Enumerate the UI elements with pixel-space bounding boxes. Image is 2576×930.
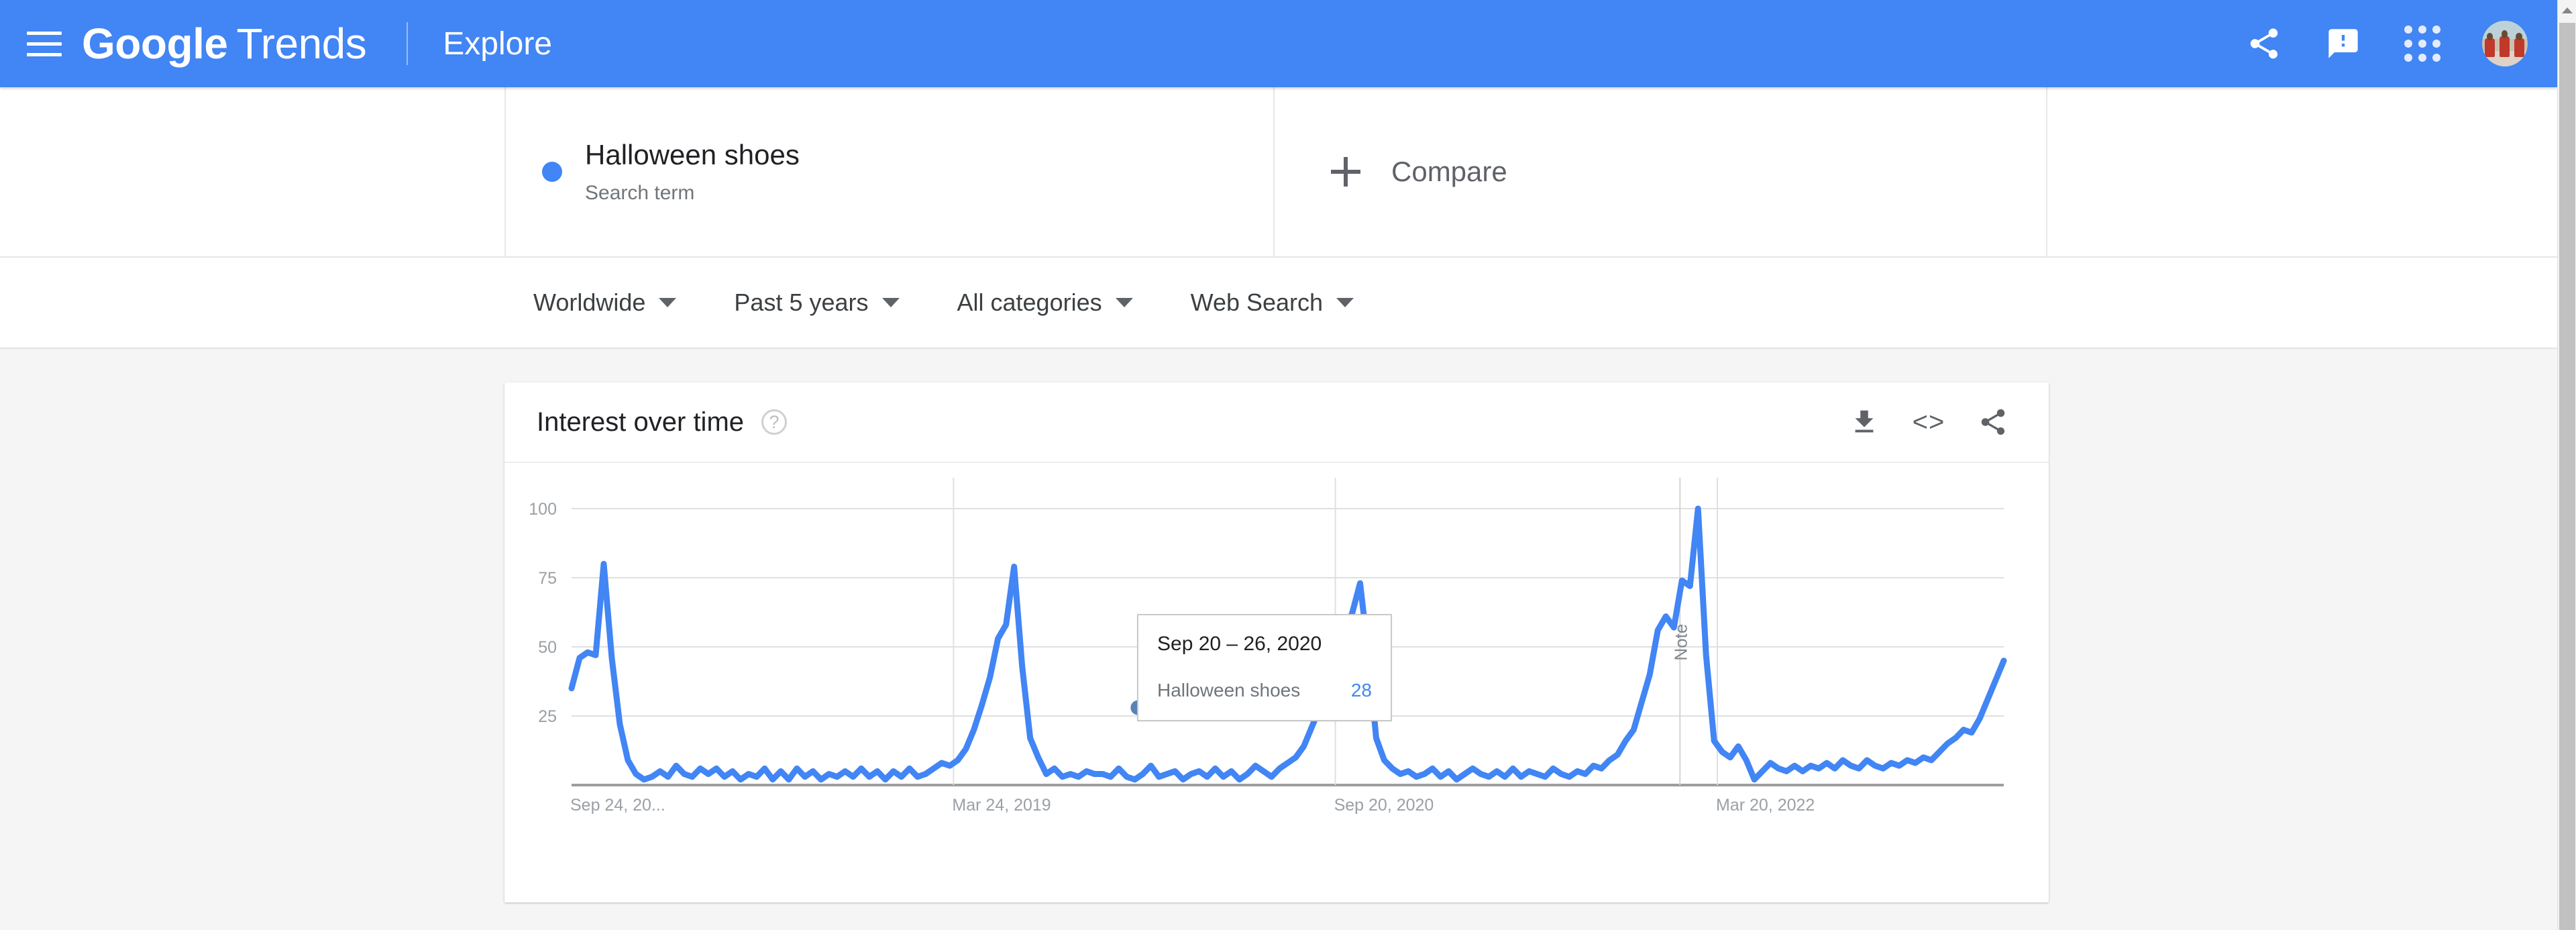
vertical-scrollbar[interactable] [2557, 0, 2576, 930]
share-icon[interactable] [1972, 401, 2014, 443]
embed-icon[interactable]: <> [1908, 401, 1949, 443]
tooltip-term: Halloween shoes [1157, 680, 1301, 701]
filter-category-label: All categories [957, 289, 1102, 316]
filter-location-label: Worldwide [533, 289, 646, 316]
filter-time-range-label: Past 5 years [734, 289, 869, 316]
y-axis-tick: 50 [538, 638, 557, 657]
chevron-down-icon [1115, 298, 1133, 307]
help-icon[interactable]: ? [761, 409, 788, 435]
search-term-strip: Halloween shoes Search term Compare [0, 87, 2557, 258]
filter-time-range[interactable]: Past 5 years [734, 289, 900, 317]
x-axis-tick: Sep 24, 20... [570, 796, 665, 815]
card-toolbar: <> [1843, 401, 2014, 443]
x-axis-tick: Mar 20, 2022 [1716, 796, 1815, 815]
tooltip-value: 28 [1350, 680, 1372, 701]
tooltip-date: Sep 20 – 26, 2020 [1157, 633, 1322, 655]
compare-button[interactable]: Compare [1276, 87, 2047, 256]
search-term-panel[interactable]: Halloween shoes Search term [504, 87, 1275, 256]
feedback-icon[interactable] [2304, 4, 2383, 83]
brand-google: Google [82, 19, 228, 68]
search-term-text: Halloween shoes Search term [585, 139, 800, 205]
chart-tooltip: Sep 20 – 26, 2020 Halloween shoes 28 [1137, 614, 1392, 721]
y-axis-tick: 25 [538, 707, 557, 726]
app-bar: Google Trends Explore [0, 0, 2557, 87]
y-axis-tick: 75 [538, 569, 557, 588]
page-title: Interest over time [537, 407, 745, 437]
share-icon[interactable] [2224, 4, 2304, 83]
chevron-down-icon [659, 298, 677, 307]
search-term-type: Search term [585, 182, 695, 205]
y-axis-tick: 100 [529, 500, 557, 519]
search-term-label: Halloween shoes [585, 138, 800, 170]
filter-location[interactable]: Worldwide [533, 289, 677, 317]
filter-search-type[interactable]: Web Search [1191, 289, 1354, 317]
interest-over-time-card: Interest over time ? <> 100 75 50 25 Sep… [504, 382, 2049, 902]
google-trends-page: Google Trends Explore Halloween shoes Se… [0, 0, 2576, 930]
avatar[interactable] [2482, 21, 2528, 66]
compare-label: Compare [1391, 156, 1507, 187]
chevron-down-icon [1336, 298, 1354, 307]
series-color-dot [542, 162, 562, 182]
apps-grid-dots [2404, 25, 2440, 62]
x-axis-tick: Sep 20, 2020 [1334, 796, 1434, 815]
plus-icon [1331, 157, 1360, 187]
tooltip-row: Halloween shoes 28 [1157, 680, 1372, 701]
card-header: Interest over time ? <> [504, 382, 2049, 463]
filter-search-type-label: Web Search [1190, 289, 1324, 316]
appbar-actions [2224, 4, 2557, 83]
x-axis-tick: Mar 24, 2019 [952, 796, 1051, 815]
google-apps-icon[interactable] [2383, 4, 2462, 83]
chevron-down-icon [881, 298, 900, 307]
content-area: Interest over time ? <> 100 75 50 25 Sep… [0, 349, 2557, 930]
download-icon[interactable] [1843, 401, 1885, 443]
scrollbar-thumb[interactable] [2559, 23, 2575, 930]
filters-bar: Worldwide Past 5 years All categories We… [0, 258, 2557, 349]
explore-title[interactable]: Explore [443, 25, 552, 62]
scroll-up-icon[interactable] [2558, 0, 2576, 20]
brand-trends: Trends [236, 19, 367, 68]
chart-container[interactable]: 100 75 50 25 Sep 24, 20... Mar 24, 2019 Sep 20… [504, 463, 2049, 902]
appbar-divider [407, 22, 409, 65]
hamburger-menu-icon[interactable] [27, 29, 64, 58]
filter-category[interactable]: All categories [957, 289, 1133, 317]
google-trends-logo[interactable]: Google Trends [82, 19, 367, 68]
